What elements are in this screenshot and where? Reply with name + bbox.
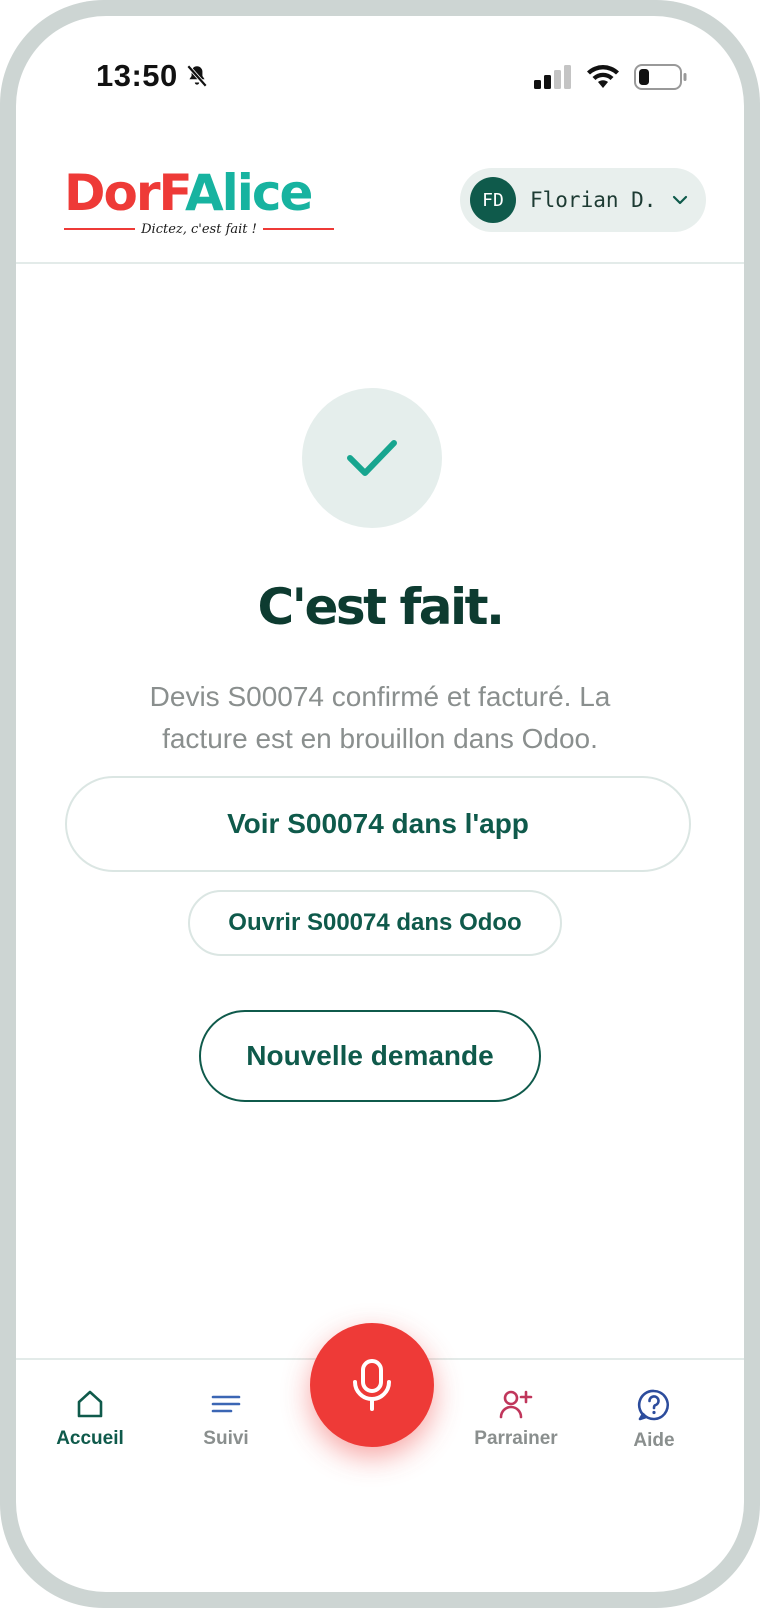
status-bar-indicators (534, 64, 688, 90)
logo-wordmark-part2: Alice (184, 164, 314, 222)
clock: 13:50 (96, 58, 178, 93)
logo-line-left (64, 228, 136, 230)
nav-item-suivi[interactable]: Suivi (156, 1388, 296, 1450)
microphone-icon (353, 1359, 391, 1411)
new-request-button[interactable]: Nouvelle demande (199, 1010, 541, 1102)
user-plus-icon (499, 1390, 533, 1419)
battery-icon (634, 64, 687, 90)
signal-icon (534, 65, 571, 89)
wifi-icon (587, 65, 619, 88)
open-in-odoo-button[interactable]: Ouvrir S00074 dans Odoo (188, 890, 562, 956)
view-in-app-button[interactable]: Voir S00074 dans l'app (65, 776, 691, 872)
nav-label-parrainer: Parrainer (474, 1428, 558, 1449)
success-badge (302, 388, 442, 528)
home-icon (77, 1390, 103, 1418)
nav-item-accueil[interactable]: Accueil (20, 1388, 160, 1450)
page-title: C'est fait. (257, 578, 505, 636)
logo-wordmark: DorFAlice (64, 166, 344, 220)
chevron-down-icon (673, 195, 688, 205)
help-icon (637, 1389, 670, 1421)
app-header: DorFAlice Dictez, c'est fait ! FD Floria… (16, 136, 744, 264)
nav-label-suivi: Suivi (203, 1428, 249, 1449)
dorfalice-logo: DorFAlice Dictez, c'est fait ! (64, 166, 344, 238)
logo-tagline: Dictez, c'est fait ! (141, 221, 257, 237)
confirmation-message: Devis S00074 confirmé et facturé. La fac… (149, 681, 611, 754)
logo-tagline-row: Dictez, c'est fait ! (64, 220, 334, 238)
silent-bell-icon (186, 64, 207, 88)
user-name: Florian D. (530, 188, 657, 212)
device-frame: 13:50 DorFAlice Dictez, c'est fait ! FD … (0, 0, 760, 1608)
nav-label-accueil: Accueil (56, 1428, 124, 1449)
user-menu-button[interactable]: FD Florian D. (460, 168, 706, 232)
status-bar-time: 13:50 (96, 58, 210, 94)
nav-item-aide[interactable]: Aide (584, 1388, 724, 1452)
logo-line-right (262, 228, 334, 230)
logo-wordmark-part1: DorF (64, 164, 187, 222)
avatar: FD (470, 177, 516, 223)
microphone-button[interactable] (310, 1323, 434, 1447)
nav-label-aide: Aide (633, 1430, 675, 1451)
app-screen: 13:50 DorFAlice Dictez, c'est fait ! FD … (16, 16, 744, 1592)
list-icon (211, 1395, 241, 1413)
checkmark-icon (347, 440, 397, 476)
nav-item-parrainer[interactable]: Parrainer (446, 1388, 586, 1450)
